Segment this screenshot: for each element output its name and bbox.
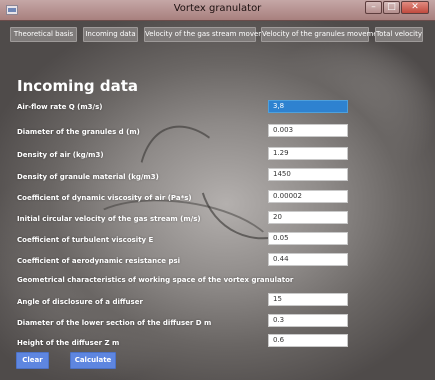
- window-controls: – □ ✕: [364, 1, 429, 14]
- tab-incoming-data[interactable]: Incoming data: [83, 27, 138, 42]
- tab-granules-velocity[interactable]: Velocity of the granules movement: [261, 27, 385, 42]
- field-label: Coefficient of aerodynamic resistance ps…: [17, 257, 181, 265]
- field-label: Density of granule material (kg/m3): [17, 173, 159, 181]
- turbulent-viscosity-input[interactable]: 0.05: [268, 232, 348, 245]
- field-label: Initial circular velocity of the gas str…: [17, 215, 201, 223]
- minimize-button[interactable]: –: [365, 1, 382, 14]
- title-bar[interactable]: Vortex granulator – □ ✕: [0, 0, 435, 21]
- tab-total-velocity[interactable]: Total velocity: [375, 27, 423, 42]
- initial-circular-velocity-input[interactable]: 20: [268, 211, 348, 224]
- air-flow-rate-input[interactable]: 3,8: [268, 100, 348, 113]
- tab-gas-stream-velocity[interactable]: Velocity of the gas stream movement: [144, 27, 277, 42]
- diffuser-lower-diameter-input[interactable]: 0.3: [268, 314, 348, 327]
- section-label: Geometrical characteristics of working s…: [17, 276, 294, 284]
- maximize-icon: □: [387, 2, 396, 12]
- close-icon: ✕: [411, 2, 419, 12]
- granule-diameter-input[interactable]: 0.003: [268, 124, 348, 137]
- diffuser-height-input[interactable]: 0.6: [268, 334, 348, 347]
- tab-theoretical-basis[interactable]: Theoretical basis: [10, 27, 77, 42]
- aerodynamic-resistance-input[interactable]: 0.44: [268, 253, 348, 266]
- field-label: Angle of disclosure of a diffuser: [17, 298, 143, 306]
- diffuser-angle-input[interactable]: 15: [268, 293, 348, 306]
- field-label: Air-flow rate Q (m3/s): [17, 103, 103, 111]
- clear-button[interactable]: Clear: [16, 352, 49, 369]
- field-label: Coefficient of turbulent viscosity E: [17, 236, 154, 244]
- app-window: Vortex granulator – □ ✕ Theoretical basi…: [0, 0, 435, 380]
- field-label: Diameter of the lower section of the dif…: [17, 319, 212, 327]
- close-button[interactable]: ✕: [401, 1, 429, 14]
- minimize-icon: –: [371, 2, 376, 12]
- field-label: Diameter of the granules d (m): [17, 128, 140, 136]
- dynamic-viscosity-input[interactable]: 0.00002: [268, 190, 348, 203]
- page-title: Incoming data: [17, 77, 139, 95]
- granule-material-density-input[interactable]: 1450: [268, 168, 348, 181]
- air-density-input[interactable]: 1.29: [268, 147, 348, 160]
- field-label: Coefficient of dynamic viscosity of air …: [17, 194, 192, 202]
- maximize-button[interactable]: □: [383, 1, 400, 14]
- field-label: Density of air (kg/m3): [17, 151, 104, 159]
- calculate-button[interactable]: Calculate: [70, 352, 116, 369]
- field-label: Height of the diffuser Z m: [17, 339, 120, 347]
